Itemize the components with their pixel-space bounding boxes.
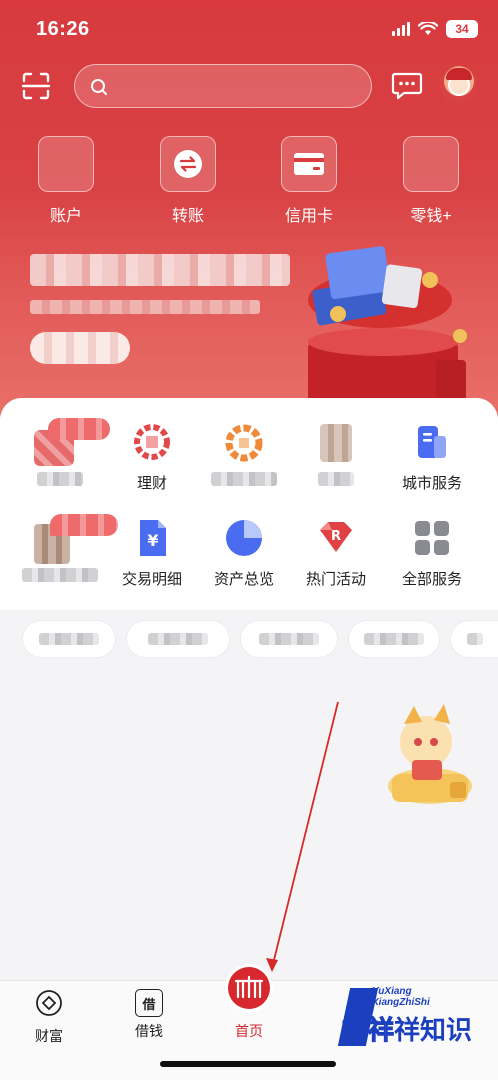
service-label: 资产总览 xyxy=(213,571,274,588)
quick-action-label: 转账 xyxy=(171,208,204,225)
pie-chart-icon xyxy=(224,518,264,558)
service-label: 交易明细 xyxy=(121,571,182,588)
watermark-line1: YuXiang xyxy=(372,986,412,997)
services-grid: 理财 城市服务 ¥ 交易明细 资产总览 R 热门活动 全部服务 xyxy=(0,398,498,610)
citic-logo-icon[interactable] xyxy=(228,967,270,1009)
main-sheet: 理财 城市服务 ¥ 交易明细 资产总览 R 热门活动 全部服务 xyxy=(0,398,498,980)
quick-action-transfer[interactable]: 转账 xyxy=(143,136,233,226)
diamond-r-icon: R xyxy=(316,518,356,558)
credit-card-icon xyxy=(294,153,324,175)
service-label-blurred xyxy=(211,472,277,486)
chip-label-blurred xyxy=(148,633,208,645)
service-item-asset-overview[interactable]: 资产总览 xyxy=(198,518,290,589)
quick-action-label: 零钱+ xyxy=(410,208,452,225)
watermark-text-a: 誉祥 xyxy=(341,1016,395,1047)
signal-icon xyxy=(392,22,410,36)
service-item-wealth[interactable]: 理财 xyxy=(106,422,198,493)
diamond-circle-icon xyxy=(36,990,62,1016)
service-label: 理财 xyxy=(136,475,167,492)
chip-label-blurred xyxy=(466,633,483,645)
chip-blurred[interactable] xyxy=(450,620,498,658)
credit-card-icon-tile xyxy=(281,136,337,192)
search-bar[interactable] xyxy=(74,64,372,108)
battery-indicator: 34 xyxy=(446,20,478,38)
service-label: 全部服务 xyxy=(401,571,462,588)
yuan-document-icon: ¥ xyxy=(132,518,172,558)
account-icon xyxy=(38,136,94,192)
floating-mascot[interactable] xyxy=(384,700,474,810)
blurred-icon xyxy=(316,422,356,462)
chip-label-blurred xyxy=(39,633,99,645)
watermark-text-b: 祥知识 xyxy=(394,1016,473,1046)
status-time: 16:26 xyxy=(36,18,90,40)
chip-blurred[interactable] xyxy=(348,620,440,658)
nav-item-wealth[interactable]: 财富 xyxy=(14,989,84,1046)
service-label: 热门活动 xyxy=(305,571,366,588)
service-item-blurred-1[interactable] xyxy=(14,418,110,490)
message-icon[interactable] xyxy=(390,68,424,102)
quick-action-account[interactable]: 账户 xyxy=(21,136,111,226)
city-service-icon xyxy=(412,422,452,462)
service-label-blurred xyxy=(37,472,83,486)
watermark-big-text: 誉祥祥知识 xyxy=(341,1010,473,1047)
nav-item-borrow[interactable]: 借 借钱 xyxy=(114,989,184,1041)
watermark-logo: YuXiang XiangZhiShi 誉祥祥知识 xyxy=(337,984,498,1054)
service-item-blurred-2[interactable] xyxy=(198,422,290,490)
service-item-city-service[interactable]: 城市服务 xyxy=(386,422,478,493)
quick-actions: 账户 转账 信用卡 零钱+ xyxy=(0,136,498,236)
service-label-blurred xyxy=(318,472,354,486)
transfer-icon-tile xyxy=(160,136,216,192)
wifi-icon xyxy=(418,22,438,35)
home-indicator xyxy=(160,1061,336,1067)
service-item-all-services[interactable]: 全部服务 xyxy=(386,518,478,589)
svg-text:¥: ¥ xyxy=(147,531,158,550)
status-bar: 16:26 34 xyxy=(0,0,498,58)
service-item-transaction-details[interactable]: ¥ 交易明细 xyxy=(106,518,198,589)
banner-cta-blurred[interactable] xyxy=(30,332,130,364)
nav-label: 借钱 xyxy=(135,1023,163,1039)
hero-header: 16:26 34 账户 转账 信用卡 零钱+ xyxy=(0,0,498,420)
svg-text:R: R xyxy=(331,529,341,544)
banner-subtitle-blurred xyxy=(30,300,260,314)
quick-action-credit-card[interactable]: 信用卡 xyxy=(264,136,354,226)
service-item-blurred-4[interactable] xyxy=(14,514,118,586)
chip-blurred[interactable] xyxy=(126,620,230,658)
chip-blurred[interactable] xyxy=(22,620,116,658)
badge-blurred xyxy=(48,418,110,440)
service-item-hot-activities[interactable]: R 热门活动 xyxy=(290,518,382,589)
status-indicators: 34 xyxy=(392,20,478,38)
watermark-line2: XiangZhiShi xyxy=(372,997,430,1008)
service-label: 城市服务 xyxy=(401,475,462,492)
quick-action-change[interactable]: 零钱+ xyxy=(386,136,476,226)
service-label-blurred xyxy=(22,568,98,582)
blurred-icon xyxy=(224,422,264,462)
change-icon xyxy=(403,136,459,192)
search-input[interactable] xyxy=(115,65,355,105)
transfer-icon xyxy=(174,150,202,178)
quick-action-label: 信用卡 xyxy=(284,208,333,225)
promo-banner[interactable] xyxy=(0,240,498,420)
top-bar xyxy=(0,62,498,110)
quick-action-label: 账户 xyxy=(49,208,82,225)
service-item-blurred-3[interactable] xyxy=(290,422,382,490)
chip-blurred[interactable] xyxy=(240,620,338,658)
wealth-icon xyxy=(132,422,172,462)
search-icon xyxy=(91,79,107,95)
banner-title-blurred xyxy=(30,254,290,286)
chip-row xyxy=(0,620,498,664)
borrow-icon-glyph: 借 xyxy=(142,996,156,1012)
nav-label: 首页 xyxy=(235,1023,263,1039)
borrow-icon: 借 xyxy=(135,989,163,1017)
banner-illustration xyxy=(308,246,470,410)
nav-label: 财富 xyxy=(35,1028,63,1044)
scan-icon[interactable] xyxy=(20,70,52,102)
avatar-hat xyxy=(446,68,472,80)
chip-label-blurred xyxy=(364,633,424,645)
avatar[interactable] xyxy=(440,66,478,104)
watermark-small-text: YuXiang XiangZhiShi xyxy=(372,986,430,1008)
chip-label-blurred xyxy=(259,633,319,645)
grid-icon xyxy=(412,518,452,558)
